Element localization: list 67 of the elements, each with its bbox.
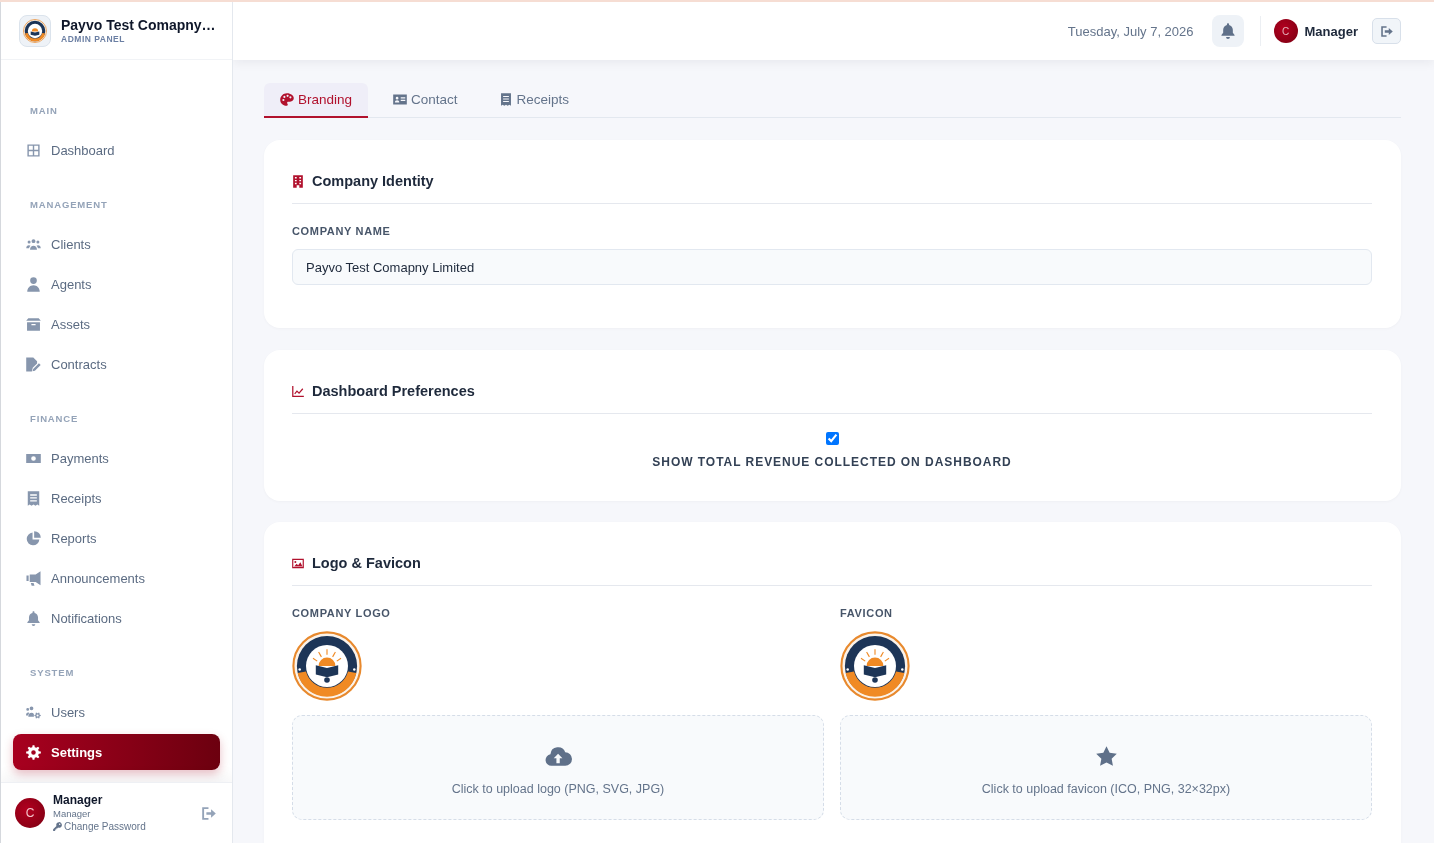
nav-section-heading: SYSTEM — [29, 667, 75, 679]
building-icon — [292, 174, 304, 188]
sidebar-item[interactable]: Agents — [13, 266, 220, 302]
change-password-link[interactable]: Change Password — [53, 820, 146, 833]
palette-icon — [280, 93, 294, 106]
person-icon — [26, 276, 41, 292]
checkbox[interactable] — [825, 432, 839, 445]
field-label: FAVICON — [840, 607, 893, 620]
nav-section-heading: MANAGEMENT — [29, 199, 108, 211]
logout-button[interactable] — [202, 806, 216, 820]
sidebar-item[interactable]: Receipts — [13, 480, 220, 516]
field-label: COMPANY LOGO — [292, 607, 391, 620]
sidebar-item[interactable]: Dashboard — [13, 132, 220, 168]
sidebar-item[interactable]: Users — [13, 694, 220, 730]
settings-icon — [26, 744, 41, 760]
text-input[interactable]: Payvo Test Comapny Limited — [292, 249, 1372, 285]
sidebar-item[interactable]: Contracts — [13, 346, 220, 382]
key-icon — [53, 822, 62, 831]
bell-icon — [1220, 23, 1235, 39]
user-name: Manager — [1304, 23, 1358, 39]
card-title: Dashboard Preferences — [312, 382, 475, 400]
receipt-icon — [26, 490, 41, 506]
users-icon — [26, 236, 41, 252]
id-card-icon — [393, 93, 408, 106]
user-avatar: C — [15, 798, 45, 828]
sidebar-item[interactable]: Announcements — [13, 560, 220, 596]
megaphone-icon — [26, 570, 41, 586]
receipt-icon — [498, 93, 513, 106]
user-role: Manager — [53, 807, 91, 820]
logout-icon — [202, 806, 216, 820]
logout-button[interactable] — [1372, 18, 1401, 44]
box-icon — [26, 316, 41, 332]
upload-dropzone[interactable]: Click to upload favicon (ICO, PNG, 32×32px) — [840, 715, 1372, 820]
sidebar-item[interactable]: Payments — [13, 440, 220, 476]
emblem-image — [840, 631, 910, 701]
checkbox-label: SHOW TOTAL REVENUE COLLECTED ON DASHBOARD — [652, 455, 1012, 469]
tab[interactable]: Contact — [377, 83, 474, 118]
image-icon — [292, 556, 304, 570]
nav-section-heading: FINANCE — [29, 413, 79, 425]
date-text: Tuesday, July 7, 2026 — [1067, 23, 1194, 39]
brand-title: Payvo Test Comapny… — [61, 16, 216, 34]
line-chart-icon — [292, 384, 304, 398]
document-pen-icon — [26, 356, 41, 372]
sidebar-item[interactable]: Reports — [13, 520, 220, 556]
sidebar-item[interactable]: Settings — [13, 734, 220, 770]
card-title: Company Identity — [312, 172, 434, 190]
cloud-upload-icon — [544, 746, 572, 766]
pie-chart-icon — [26, 530, 41, 546]
brand-logo — [19, 14, 51, 47]
users-gear-icon — [26, 704, 41, 720]
bell-icon — [26, 610, 41, 626]
tab[interactable]: Receipts — [482, 83, 586, 118]
user-avatar: C — [1273, 19, 1298, 43]
emblem-image — [292, 631, 362, 701]
brand-subtitle: ADMIN PANEL — [61, 33, 126, 45]
upload-dropzone[interactable]: Click to upload logo (PNG, SVG, JPG) — [292, 715, 824, 820]
nav-section-heading: MAIN — [29, 105, 58, 117]
notifications-button[interactable] — [1211, 15, 1244, 47]
grid-icon — [26, 142, 41, 158]
sidebar-item[interactable]: Clients — [13, 226, 220, 262]
logout-icon — [1380, 25, 1393, 37]
user-name: Manager — [53, 793, 103, 807]
sidebar-item[interactable]: Assets — [13, 306, 220, 342]
field-label: COMPANY NAME — [292, 225, 391, 238]
tab[interactable]: Branding — [264, 83, 369, 118]
card-title: Logo & Favicon — [312, 554, 421, 572]
sidebar-item[interactable]: Notifications — [13, 600, 220, 636]
